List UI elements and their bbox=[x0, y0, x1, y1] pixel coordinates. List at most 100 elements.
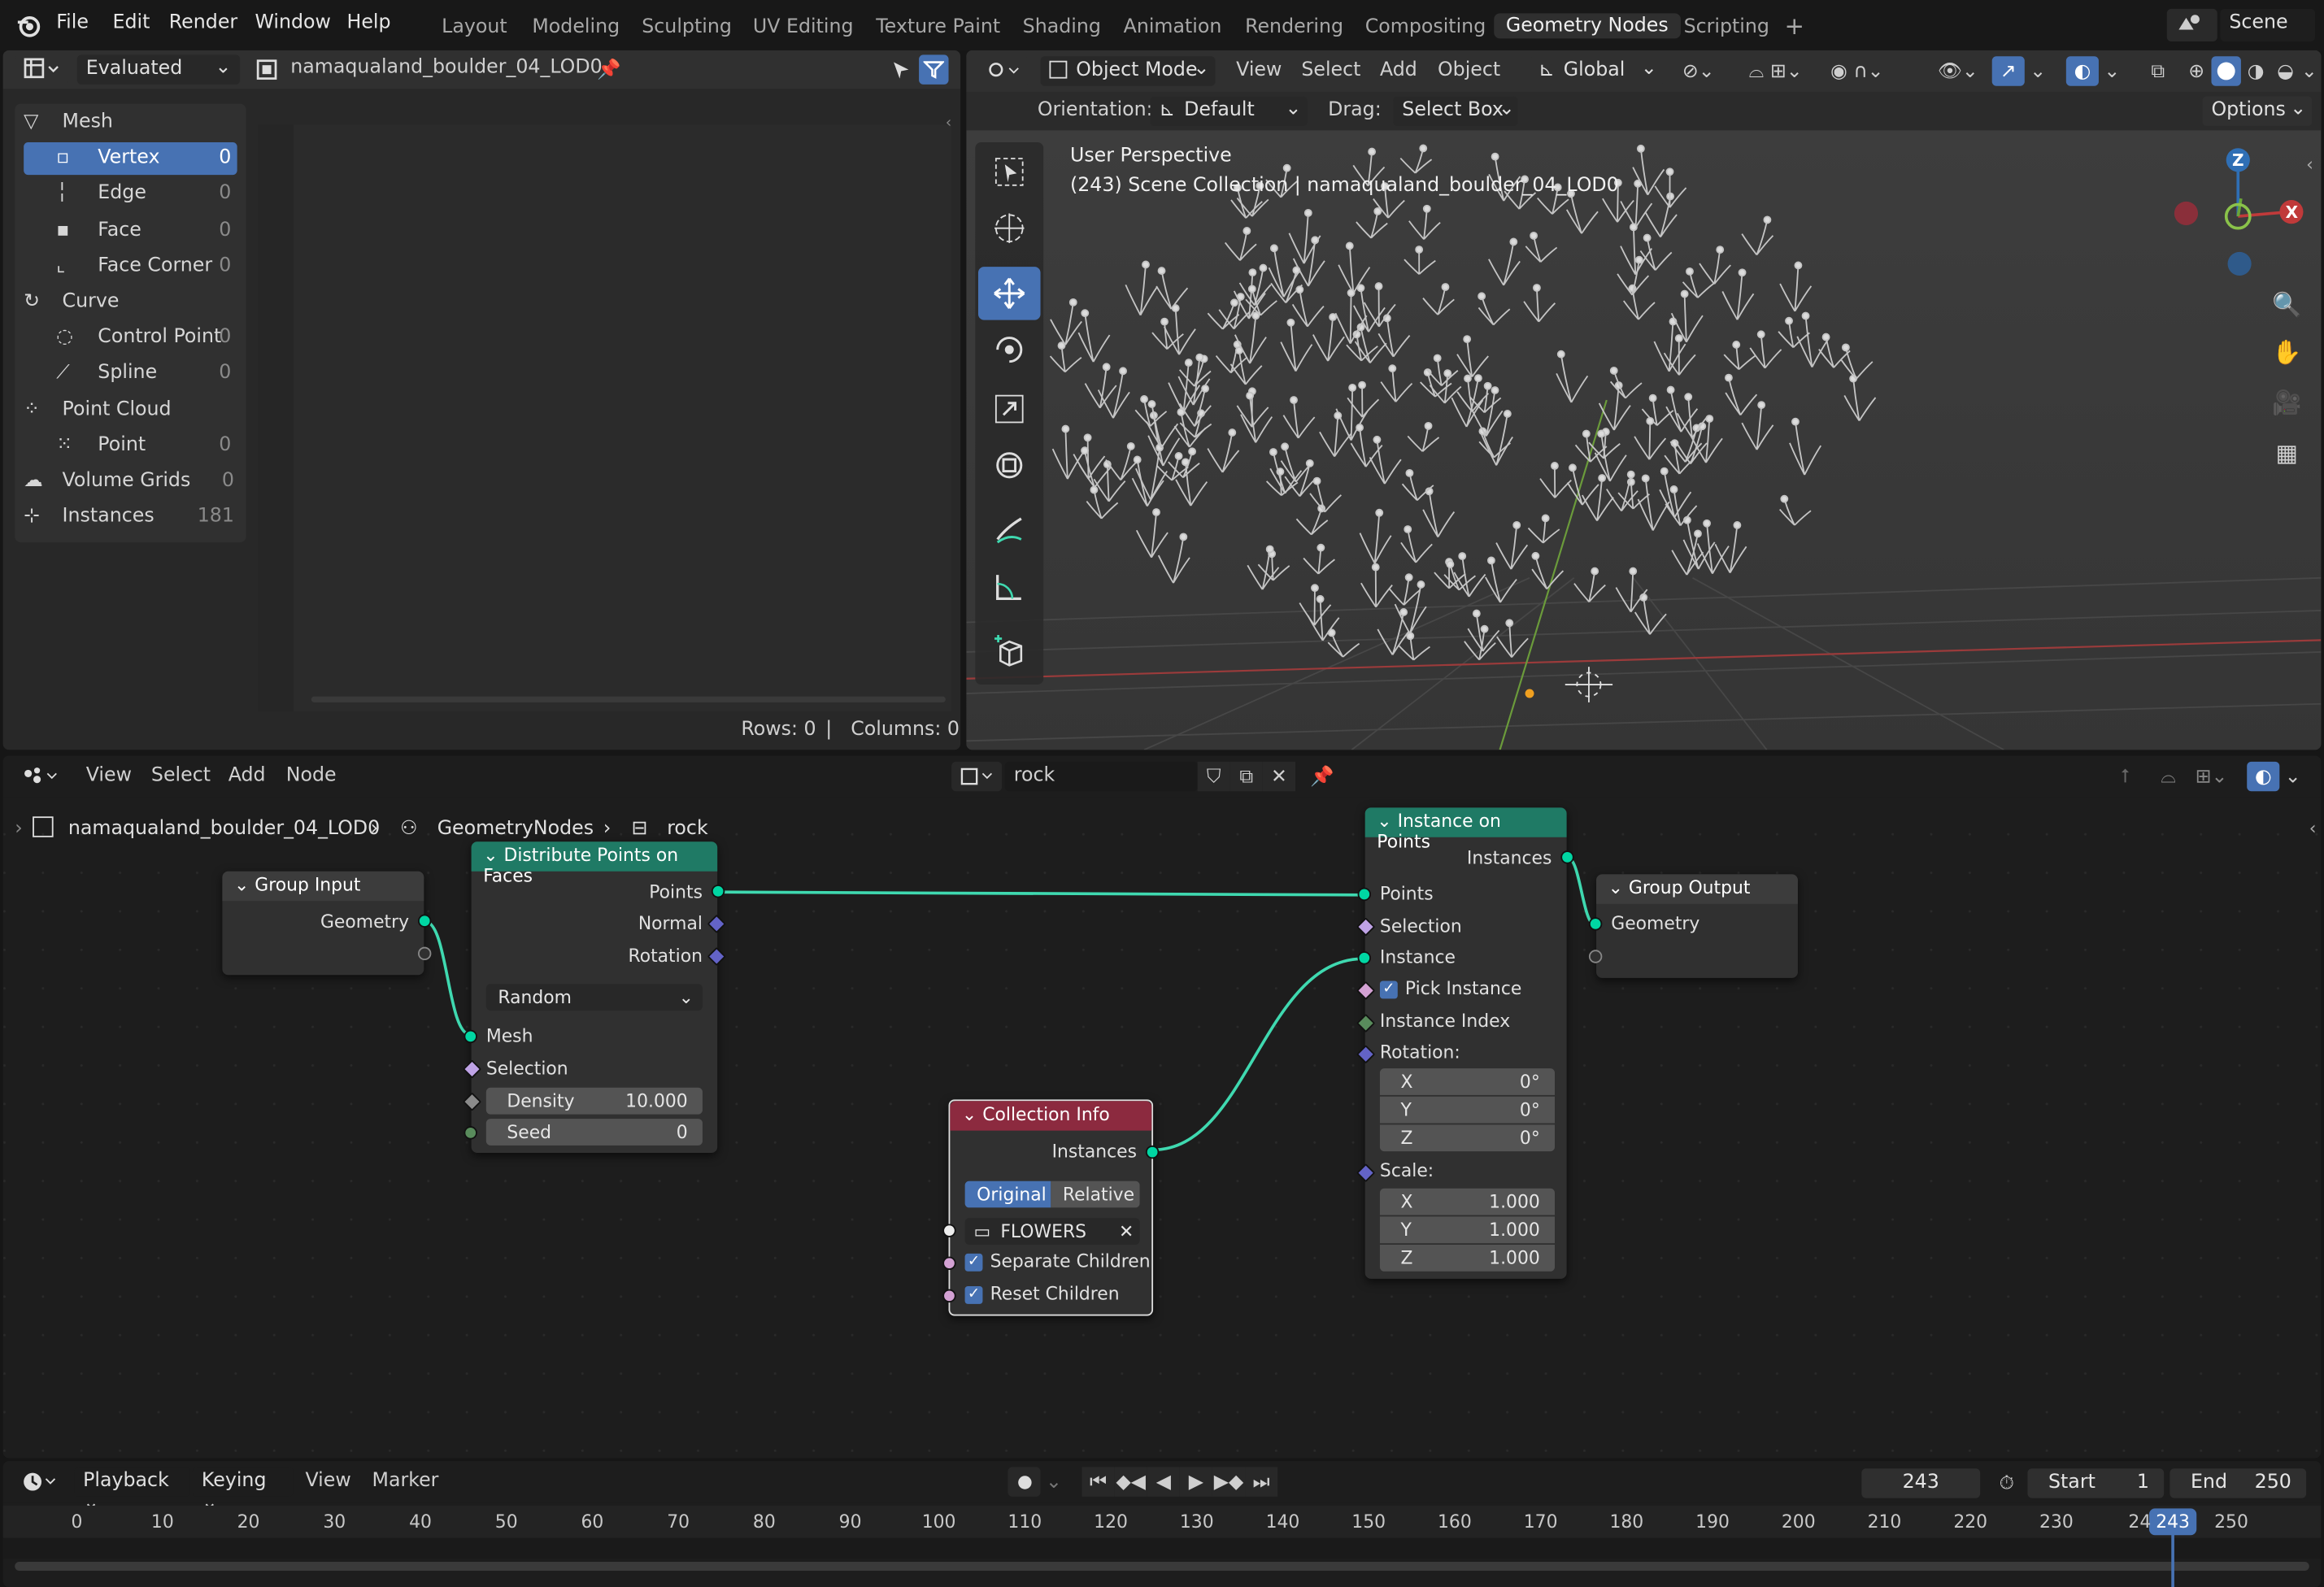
current-frame-field[interactable]: 243 bbox=[1861, 1468, 1981, 1498]
annotate-tool[interactable] bbox=[978, 504, 1041, 558]
viewport-menu-view[interactable]: View bbox=[1236, 59, 1282, 81]
separate-children-checkbox[interactable]: ✓ bbox=[964, 1253, 983, 1272]
menu-window[interactable]: Window bbox=[255, 12, 331, 34]
scale-y-field[interactable]: Y 1.000 bbox=[1379, 1216, 1556, 1244]
rotate-tool[interactable] bbox=[978, 323, 1041, 376]
tree-item-control-point[interactable]: ◌ Control Point 0 bbox=[24, 322, 237, 354]
collapse-chevron-icon[interactable]: ⌄ bbox=[1377, 811, 1397, 832]
distribute-mesh-socket[interactable] bbox=[463, 1029, 477, 1044]
relative-option[interactable]: Relative bbox=[1051, 1180, 1140, 1208]
tree-item-instances[interactable]: ⊹ Instances 181 bbox=[18, 501, 240, 533]
timeline-menu-view[interactable]: View bbox=[305, 1470, 350, 1492]
play-reverse-icon[interactable]: ◀ bbox=[1147, 1467, 1180, 1497]
transform-orientation-dropdown[interactable]: ⊾ Global ⌄ bbox=[1530, 56, 1664, 86]
playhead-line[interactable] bbox=[2171, 1526, 2174, 1587]
select-box-tool[interactable] bbox=[978, 146, 1041, 199]
tab-texture-paint[interactable]: Texture Paint bbox=[876, 16, 1000, 38]
distribute-mode-dropdown[interactable]: Random ⌄ bbox=[485, 984, 703, 1011]
collection-info-header[interactable]: ⌄ Collection Info bbox=[950, 1101, 1152, 1131]
tab-geometry-nodes[interactable]: Geometry Nodes bbox=[1494, 13, 1681, 39]
tab-compositing[interactable]: Compositing bbox=[1365, 16, 1486, 38]
collapse-chevron-icon[interactable]: ⌄ bbox=[962, 1104, 982, 1125]
instance-on-points-node[interactable]: ⌄ Instance on Points Instances Points Se… bbox=[1356, 807, 1574, 1279]
tree-item-face[interactable]: ▪ Face 0 bbox=[24, 215, 237, 247]
jump-start-icon[interactable]: ⏮ bbox=[1081, 1467, 1115, 1497]
filter-icon[interactable] bbox=[919, 54, 949, 85]
timeline-editor-type-icon[interactable] bbox=[15, 1467, 65, 1496]
start-frame-field[interactable]: Start 1 bbox=[2027, 1468, 2165, 1498]
record-icon[interactable] bbox=[1008, 1467, 1041, 1497]
shading-dropdown-icon[interactable]: ⌄ bbox=[2300, 56, 2318, 85]
node-editor[interactable]: View Select Add Node rock ⛉ ⧉ ✕ 📌 ⭡ ⌓ ⊞⌄… bbox=[2, 755, 2322, 1459]
tab-shading[interactable]: Shading bbox=[1023, 16, 1101, 38]
distribute-points-node[interactable]: ⌄ Distribute Points on Faces Points Norm… bbox=[462, 841, 726, 1153]
reset-children-socket[interactable] bbox=[942, 1289, 956, 1303]
collapse-arrow-icon[interactable]: ‹ bbox=[946, 115, 958, 133]
tab-layout[interactable]: Layout bbox=[442, 16, 507, 38]
tree-item-mesh[interactable]: ▽ Mesh bbox=[18, 107, 240, 139]
scale-tool[interactable] bbox=[978, 382, 1041, 436]
tree-item-edge[interactable]: ╎ Edge 0 bbox=[24, 178, 237, 211]
tab-animation[interactable]: Animation bbox=[1124, 16, 1222, 38]
tree-item-point[interactable]: ⁙ Point 0 bbox=[24, 429, 237, 462]
distribute-points-out-socket[interactable] bbox=[711, 885, 725, 898]
tab-rendering[interactable]: Rendering bbox=[1245, 16, 1343, 38]
group-output-empty-socket[interactable] bbox=[1588, 950, 1603, 963]
tree-item-curve[interactable]: ↻ Curve bbox=[18, 286, 240, 319]
pan-hand-icon[interactable]: ✋ bbox=[2268, 332, 2306, 370]
prev-keyframe-icon[interactable]: ◆◀ bbox=[1114, 1467, 1147, 1497]
collection-info-instances-socket[interactable] bbox=[1145, 1145, 1160, 1159]
clear-icon[interactable]: ✕ bbox=[1119, 1221, 1134, 1242]
blender-logo-icon[interactable] bbox=[12, 9, 45, 41]
end-frame-field[interactable]: End 250 bbox=[2170, 1468, 2307, 1498]
menu-edit[interactable]: Edit bbox=[113, 12, 150, 34]
instance-on-points-out-socket[interactable] bbox=[1560, 850, 1574, 864]
material-shading-icon[interactable]: ◑ bbox=[2241, 56, 2270, 85]
visibility-icon[interactable]: 👁⌄ bbox=[1933, 56, 1983, 85]
cursor-tool[interactable] bbox=[978, 202, 1041, 255]
preview-range-icon[interactable]: ⏱ bbox=[1992, 1468, 2022, 1498]
group-output-header[interactable]: ⌄ Group Output bbox=[1596, 874, 1798, 904]
tab-modeling[interactable]: Modeling bbox=[532, 16, 620, 38]
horizontal-scrollbar[interactable] bbox=[311, 696, 946, 702]
tree-item-spline[interactable]: ⟋ Spline 0 bbox=[24, 358, 237, 390]
viewport-menu-select[interactable]: Select bbox=[1301, 59, 1360, 81]
pin-icon[interactable]: 📌 bbox=[596, 56, 623, 83]
xray-icon[interactable]: ⧉ bbox=[2143, 56, 2173, 85]
tree-item-vertex[interactable]: ▫ Vertex 0 bbox=[24, 142, 237, 176]
node-sidebar-toggle-icon[interactable]: ‹ bbox=[2309, 818, 2317, 839]
object-mode-dropdown[interactable]: Object Mode ⌄ bbox=[1040, 56, 1216, 86]
sidebar-toggle-icon[interactable]: ‹ bbox=[2306, 154, 2313, 176]
group-output-node[interactable]: ⌄ Group Output Geometry bbox=[1588, 874, 1798, 978]
viewport-menu-object[interactable]: Object bbox=[1438, 59, 1500, 81]
menu-file[interactable]: File bbox=[56, 12, 89, 34]
viewport-editor-type-icon[interactable] bbox=[977, 56, 1029, 86]
tab-sculpting[interactable]: Sculpting bbox=[642, 16, 732, 38]
collapse-chevron-icon[interactable]: ⌄ bbox=[483, 845, 503, 866]
group-input-geometry-socket[interactable] bbox=[418, 914, 432, 928]
add-workspace-icon[interactable]: + bbox=[1785, 12, 1804, 41]
proportional-editing-icon[interactable]: ◉ ∩⌄ bbox=[1823, 56, 1891, 85]
solid-shading-icon[interactable] bbox=[2211, 56, 2241, 86]
collection-field[interactable]: ▭ FLOWERS ✕ bbox=[964, 1218, 1140, 1245]
jump-end-icon[interactable]: ⏭ bbox=[1245, 1467, 1278, 1497]
tree-item-point-cloud[interactable]: ⁘ Point Cloud bbox=[18, 393, 240, 426]
drag-dropdown[interactable]: Select Box ⌄ bbox=[1393, 96, 1518, 126]
menu-help[interactable]: Help bbox=[347, 12, 391, 34]
rotation-y-field[interactable]: Y 0° bbox=[1379, 1096, 1556, 1124]
original-option[interactable]: Original bbox=[964, 1180, 1051, 1208]
collapse-chevron-icon[interactable]: ⌄ bbox=[234, 874, 255, 895]
instance-on-points-header[interactable]: ⌄ Instance on Points bbox=[1364, 807, 1567, 852]
collapse-chevron-icon[interactable]: ⌄ bbox=[1608, 877, 1629, 898]
camera-view-icon[interactable]: 🎥 bbox=[2268, 382, 2306, 420]
collection-input-socket[interactable] bbox=[942, 1224, 956, 1237]
tab-uv-editing[interactable]: UV Editing bbox=[753, 16, 854, 38]
zoom-icon[interactable]: 🔍 bbox=[2268, 285, 2306, 323]
next-keyframe-icon[interactable]: ▶◆ bbox=[1212, 1467, 1246, 1497]
distribute-seed-socket[interactable] bbox=[463, 1126, 477, 1140]
overlays-icon[interactable]: ◐ bbox=[2065, 56, 2099, 86]
overlays-dropdown-icon[interactable]: ⌄ bbox=[2102, 56, 2123, 85]
snap-icon[interactable]: ⌓ ⊞⌄ bbox=[1734, 56, 1817, 85]
navigation-gizmo[interactable]: Z X bbox=[2161, 137, 2315, 285]
separate-children-socket[interactable] bbox=[942, 1256, 956, 1270]
